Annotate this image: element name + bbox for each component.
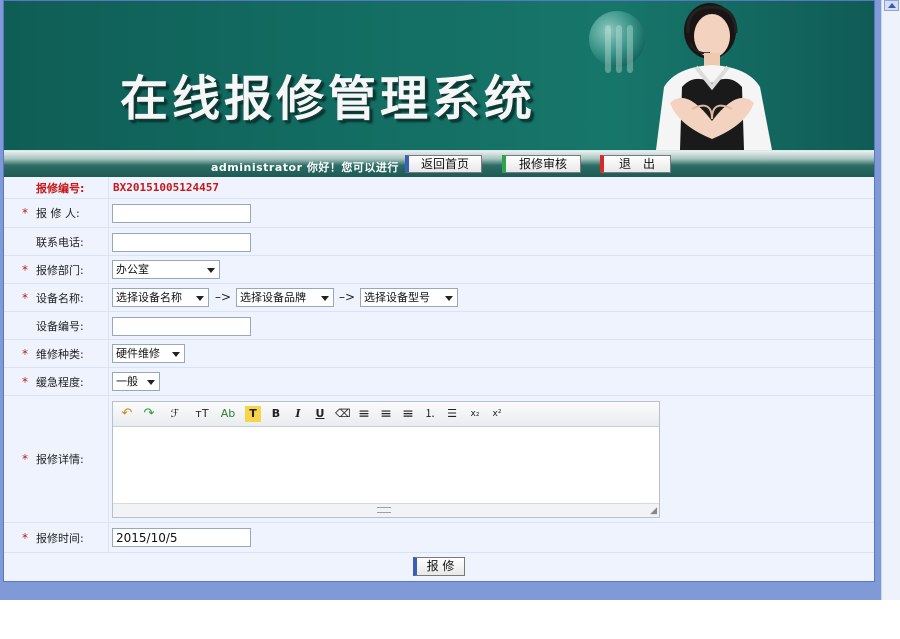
urgency-select[interactable]: 一般 (112, 372, 160, 391)
required-mark: * (22, 206, 28, 220)
undo-icon[interactable]: ↶ (119, 406, 135, 422)
nav-bar: administrator 你好！您可以进行 返回首页 报修审核 退 出 (4, 150, 874, 177)
rich-text-editor: ↶ ↷ ℱ тT Ab T B I U ⌫ ≡ ≡ ≡ ⒈ ☰ x₂ x² ◢ (112, 401, 660, 518)
home-button[interactable]: 返回首页 (405, 155, 482, 173)
redo-icon[interactable]: ↷ (141, 406, 157, 422)
code-label: 报修编号: (36, 181, 85, 195)
user-greeting: administrator 你好！您可以进行 (211, 161, 399, 174)
vertical-scrollbar[interactable] (881, 0, 900, 600)
arrow-separator: –> (339, 290, 356, 304)
repair-type-label: * 维修种类: (22, 346, 84, 361)
subscript-icon[interactable]: x₂ (467, 406, 483, 422)
scroll-up-icon[interactable] (884, 0, 899, 11)
arrow-separator: –> (215, 290, 232, 304)
required-mark: * (22, 530, 28, 545)
device-model-select[interactable]: 选择设备型号 (360, 288, 458, 307)
form-row-code: 报修编号: BX20151005124457 (4, 177, 874, 199)
required-mark: * (22, 374, 28, 389)
submit-repair-button[interactable]: 报 修 (413, 557, 465, 576)
form-row-reporter: * 报 修 人: (4, 199, 874, 228)
font-family-icon[interactable]: ℱ (165, 406, 185, 422)
editor-footer: ◢ (113, 503, 659, 517)
required-mark: * (22, 262, 28, 277)
form-row-urgency: * 缓急程度: 一般 (4, 368, 874, 396)
form-row-device-no: 设备编号: (4, 312, 874, 340)
detail-label: * 报修详情: (22, 452, 84, 466)
time-label: * 报修时间: (22, 530, 84, 545)
chevron-down-icon (445, 296, 453, 301)
device-no-input[interactable] (112, 317, 251, 336)
form-row-time: * 报修时间: (4, 523, 874, 553)
editor-text-area[interactable] (113, 427, 659, 505)
chevron-down-icon (196, 296, 204, 301)
italic-icon[interactable]: I (291, 406, 305, 422)
required-mark: * (22, 346, 28, 361)
font-size-icon[interactable]: тT (191, 406, 213, 422)
chevron-down-icon (207, 268, 215, 273)
repair-time-input[interactable] (112, 528, 251, 547)
device-name-select[interactable]: 选择设备名称 (112, 288, 209, 307)
form-row-repair-type: * 维修种类: 硬件维修 (4, 340, 874, 368)
required-mark: * (22, 452, 28, 466)
repair-audit-button[interactable]: 报修审核 (502, 155, 581, 173)
chevron-down-icon (172, 352, 180, 357)
form-row-device: * 设备名称: 选择设备名称 –> 选择设备品牌 –> 选择设备型号 (4, 284, 874, 312)
dept-label: * 报修部门: (22, 262, 84, 277)
reporter-input[interactable] (112, 204, 251, 223)
repair-type-select[interactable]: 硬件维修 (112, 344, 185, 363)
required-mark: * (22, 290, 28, 305)
superscript-icon[interactable]: x² (489, 406, 505, 422)
repair-code-value: BX20151005124457 (113, 181, 219, 194)
logout-button[interactable]: 退 出 (600, 155, 671, 173)
font-color-icon[interactable]: Ab (219, 406, 237, 422)
align-right-icon[interactable]: ≡ (401, 406, 415, 422)
device-brand-select[interactable]: 选择设备品牌 (236, 288, 334, 307)
resize-corner-icon[interactable]: ◢ (650, 506, 657, 516)
bold-icon[interactable]: B (269, 406, 283, 422)
device-label: * 设备名称: (22, 290, 84, 305)
chevron-down-icon (147, 380, 155, 385)
highlight-icon[interactable]: T (245, 406, 261, 422)
system-title: 在线报修管理系统 (120, 71, 537, 127)
underline-icon[interactable]: U (313, 406, 327, 422)
align-left-icon[interactable]: ≡ (357, 406, 371, 422)
ordered-list-icon[interactable]: ⒈ (423, 406, 437, 422)
align-center-icon[interactable]: ≡ (379, 406, 393, 422)
header-banner: 在线报修管理系统 (4, 1, 874, 150)
unordered-list-icon[interactable]: ☰ (445, 406, 459, 422)
phone-input[interactable] (112, 233, 251, 252)
repair-form: 报修编号: BX20151005124457 * 报 修 人: 联系电话: * 报修… (4, 177, 874, 581)
dept-select[interactable]: 办公室 (112, 260, 220, 279)
resize-grip-icon[interactable] (377, 507, 391, 513)
device-no-label: 设备编号: (36, 319, 84, 333)
form-row-phone: 联系电话: (4, 228, 874, 256)
reporter-label: * 报 修 人: (22, 206, 80, 220)
form-row-submit: 报 修 (4, 553, 874, 581)
form-row-dept: * 报修部门: 办公室 (4, 256, 874, 284)
urgency-label: * 缓急程度: (22, 374, 84, 389)
editor-toolbar: ↶ ↷ ℱ тT Ab T B I U ⌫ ≡ ≡ ≡ ⒈ ☰ x₂ x² (113, 402, 659, 427)
chevron-down-icon (321, 296, 329, 301)
operator-photo-icon (656, 3, 772, 150)
eraser-icon[interactable]: ⌫ (335, 406, 351, 422)
phone-label: 联系电话: (36, 235, 84, 249)
form-row-detail: * 报修详情: ↶ ↷ ℱ тT Ab T B I U ⌫ ≡ ≡ ≡ ⒈ ☰ … (4, 396, 874, 523)
